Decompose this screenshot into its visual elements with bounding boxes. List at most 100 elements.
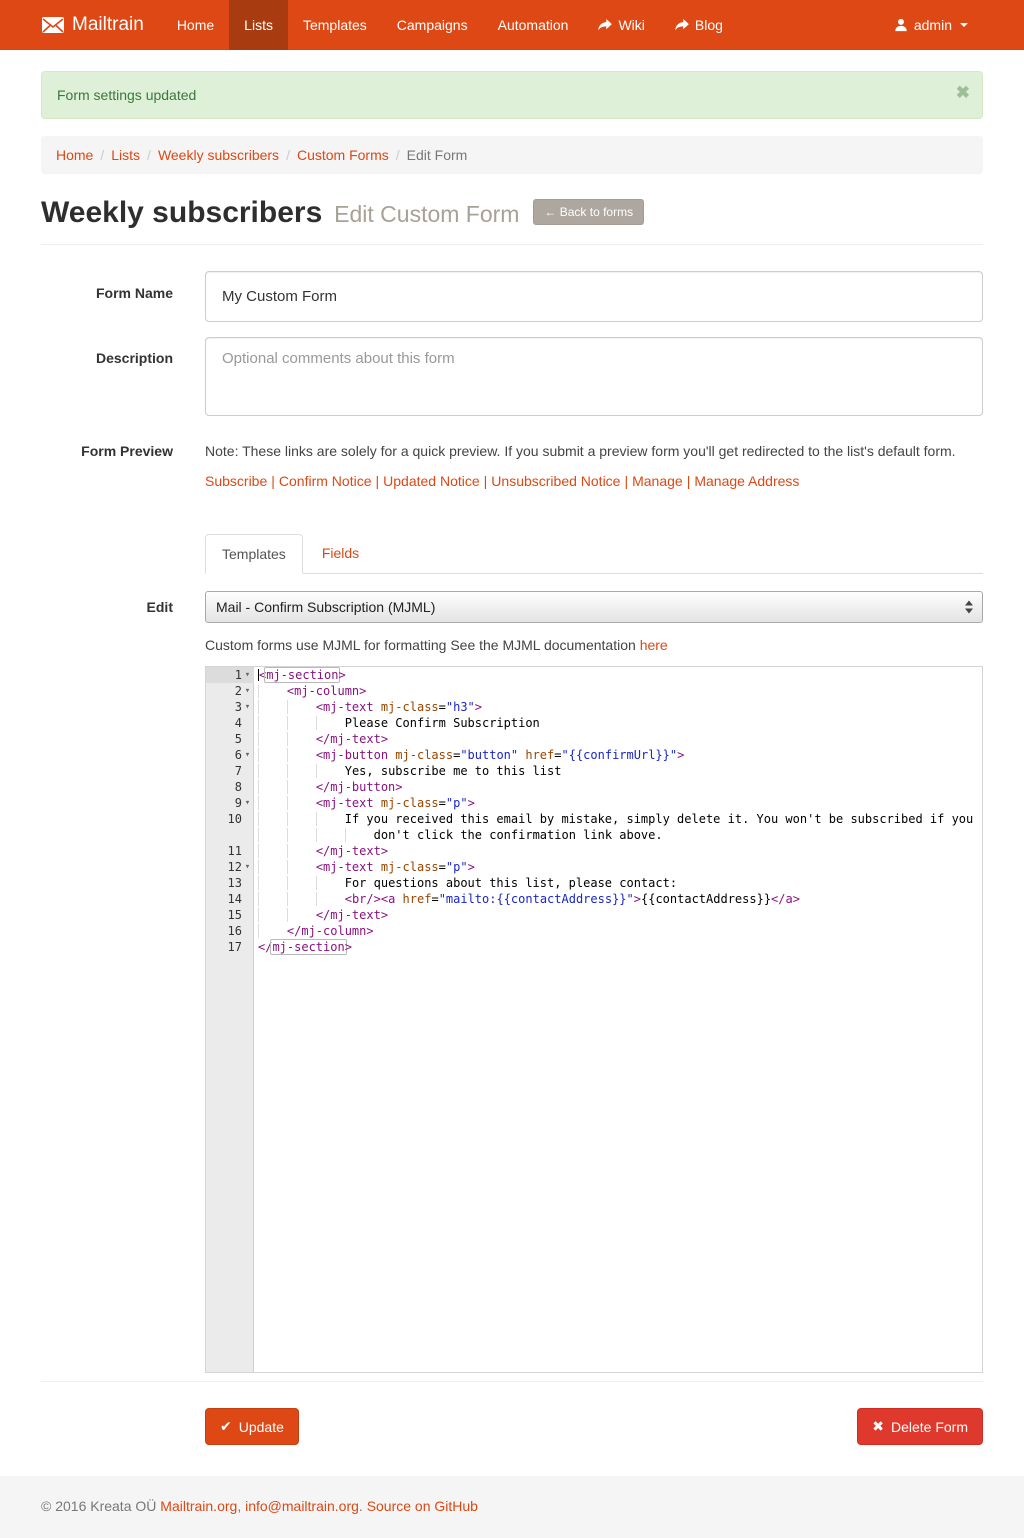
footer: © 2016 Kreata OÜ Mailtrain.org, info@mai… — [0, 1476, 1024, 1538]
mjml-help: Custom forms use MJML for formatting See… — [205, 637, 983, 653]
editor-gutter-cell: 11 — [206, 843, 254, 859]
editor-line[interactable]: 17</mj-section> — [206, 939, 982, 955]
breadcrumb-separator: / — [279, 147, 297, 163]
fold-arrow-icon[interactable]: ▾ — [242, 699, 253, 715]
editor-gutter-cell: 5 — [206, 731, 254, 747]
line-number: 13 — [228, 875, 242, 891]
alert-text: Form settings updated — [57, 87, 196, 103]
code-line-text: If you received this email by mistake, s… — [254, 811, 973, 827]
editor-gutter-cell: 8 — [206, 779, 254, 795]
chevron-down-icon — [960, 23, 968, 27]
line-number: 11 — [228, 843, 242, 859]
back-to-forms-button[interactable]: ← Back to forms — [533, 199, 644, 225]
editor-line[interactable]: 4 Please Confirm Subscription — [206, 715, 982, 731]
description-textarea[interactable] — [205, 337, 983, 416]
code-line-text: </mj-column> — [254, 923, 374, 939]
template-select-value: Mail - Confirm Subscription (MJML) — [216, 599, 435, 615]
code-line-text: <mj-text mj-class="h3"> — [254, 699, 482, 715]
fold-arrow-icon[interactable]: ▾ — [242, 747, 253, 763]
editor-line[interactable]: 3▾ <mj-text mj-class="h3"> — [206, 699, 982, 715]
nav-item-label: Blog — [695, 17, 723, 33]
breadcrumb-link-weekly-subscribers[interactable]: Weekly subscribers — [158, 147, 279, 163]
editor-line[interactable]: 16 </mj-column> — [206, 923, 982, 939]
editor-line[interactable]: 10 If you received this email by mistake… — [206, 811, 982, 827]
fold-arrow-icon[interactable]: ▾ — [242, 795, 253, 811]
fold-arrow-icon[interactable]: ▾ — [242, 683, 253, 699]
close-icon[interactable]: ✖ — [956, 84, 970, 101]
tab-templates[interactable]: Templates — [205, 534, 303, 574]
delete-form-button[interactable]: ✖ Delete Form — [857, 1408, 983, 1445]
nav-item-lists[interactable]: Lists — [229, 0, 288, 50]
preview-link-separator: | — [620, 473, 632, 489]
editor-line[interactable]: 6▾ <mj-button mj-class="button" href="{{… — [206, 747, 982, 763]
preview-link-confirm-notice[interactable]: Confirm Notice — [279, 473, 372, 489]
preview-link-manage-address[interactable]: Manage Address — [694, 473, 799, 489]
preview-link-updated-notice[interactable]: Updated Notice — [383, 473, 480, 489]
editor-gutter-cell: 4 — [206, 715, 254, 731]
code-line-text: <mj-text mj-class="p"> — [254, 795, 475, 811]
editor-line[interactable]: 1▾<mj-section> — [206, 667, 982, 683]
nav-item-label: Templates — [303, 17, 367, 33]
nav-item-home[interactable]: Home — [162, 0, 229, 50]
editor-line[interactable]: 13 For questions about this list, please… — [206, 875, 982, 891]
preview-link-separator: | — [683, 473, 695, 489]
editor-gutter-cell: 1▾ — [206, 667, 254, 683]
editor-line[interactable]: 15 </mj-text> — [206, 907, 982, 923]
nav-item-campaigns[interactable]: Campaigns — [382, 0, 483, 50]
mjml-help-text: Custom forms use MJML for formatting See… — [205, 637, 640, 653]
update-button[interactable]: ✔ Update — [205, 1408, 299, 1445]
breadcrumb-separator: / — [389, 147, 407, 163]
line-number: 8 — [235, 779, 242, 795]
footer-github-link[interactable]: Source on GitHub — [367, 1498, 478, 1514]
breadcrumb-separator: / — [93, 147, 111, 163]
mjml-doc-link[interactable]: here — [640, 637, 668, 653]
nav-item-automation[interactable]: Automation — [483, 0, 584, 50]
nav-item-templates[interactable]: Templates — [288, 0, 382, 50]
editor-line[interactable]: 11 </mj-text> — [206, 843, 982, 859]
code-line-text: don't click the confirmation link above. — [254, 827, 663, 843]
description-label: Description — [41, 337, 173, 419]
preview-link-separator: | — [372, 473, 384, 489]
back-arrow-icon: ← — [544, 205, 556, 219]
breadcrumb-link-home[interactable]: Home — [56, 147, 93, 163]
editor-line[interactable]: 8 </mj-button> — [206, 779, 982, 795]
preview-link-subscribe[interactable]: Subscribe — [205, 473, 267, 489]
preview-link-manage[interactable]: Manage — [632, 473, 683, 489]
editor-line[interactable]: 12▾ <mj-text mj-class="p"> — [206, 859, 982, 875]
fold-arrow-icon[interactable]: ▾ — [242, 667, 253, 683]
preview-link-unsubscribed-notice[interactable]: Unsubscribed Notice — [491, 473, 620, 489]
check-icon: ✔ — [220, 1418, 232, 1435]
line-number: 3 — [235, 699, 242, 715]
editor-line[interactable]: 5 </mj-text> — [206, 731, 982, 747]
fold-arrow-icon[interactable]: ▾ — [242, 859, 253, 875]
editor-gutter-cell: 16 — [206, 923, 254, 939]
editor-line[interactable]: 7 Yes, subscribe me to this list — [206, 763, 982, 779]
envelope-icon — [41, 16, 65, 34]
footer-site-link[interactable]: Mailtrain.org — [160, 1498, 237, 1514]
breadcrumb-link-lists[interactable]: Lists — [111, 147, 140, 163]
editor-line[interactable]: 2▾ <mj-column> — [206, 683, 982, 699]
footer-email-link[interactable]: info@mailtrain.org — [245, 1498, 359, 1514]
template-select[interactable]: Mail - Confirm Subscription (MJML) — [205, 591, 983, 623]
editor-gutter-cell: 9▾ — [206, 795, 254, 811]
editor-line[interactable]: 14 <br/><a href="mailto:{{contactAddress… — [206, 891, 982, 907]
nav-item-label: Automation — [498, 17, 569, 33]
editor-line[interactable]: 9▾ <mj-text mj-class="p"> — [206, 795, 982, 811]
editor-gutter-cell: 7 — [206, 763, 254, 779]
form-preview-label: Form Preview — [41, 441, 173, 489]
line-number: 14 — [228, 891, 242, 907]
line-number: 10 — [228, 811, 242, 827]
user-menu[interactable]: admin — [879, 0, 983, 50]
delete-label: Delete Form — [891, 1419, 968, 1435]
nav-item-blog[interactable]: Blog — [660, 0, 738, 50]
editor-line[interactable]: don't click the confirmation link above. — [206, 827, 982, 843]
breadcrumb-link-custom-forms[interactable]: Custom Forms — [297, 147, 389, 163]
code-editor[interactable]: 1▾<mj-section>2▾ <mj-column>3▾ <mj-text … — [205, 666, 983, 1373]
brand-logo[interactable]: Mailtrain — [41, 0, 162, 50]
form-name-input[interactable] — [205, 271, 983, 322]
nav-item-wiki[interactable]: Wiki — [583, 0, 659, 50]
nav-item-label: Wiki — [618, 17, 644, 33]
footer-sep: , — [237, 1498, 245, 1514]
breadcrumb: Home/Lists/Weekly subscribers/Custom For… — [41, 136, 983, 174]
tab-fields[interactable]: Fields — [306, 534, 375, 574]
